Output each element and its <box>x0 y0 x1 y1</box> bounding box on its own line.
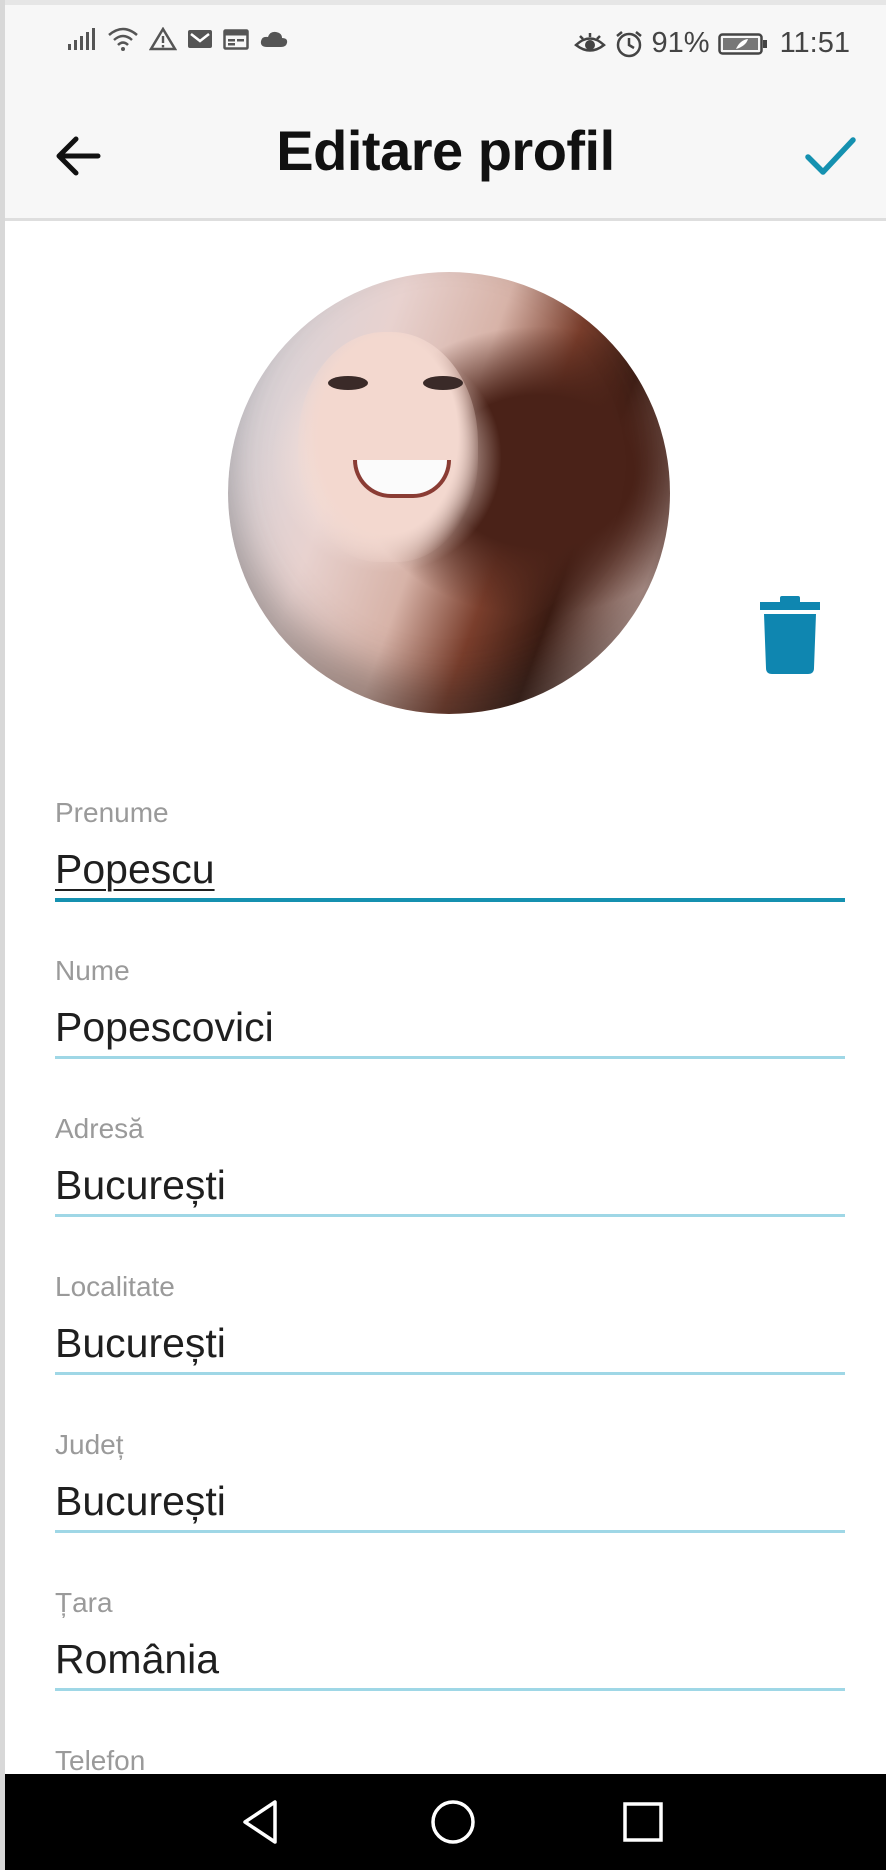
alarm-icon <box>614 30 644 58</box>
field-localitate[interactable]: Localitate București <box>55 1270 845 1375</box>
field-underline <box>55 1530 845 1533</box>
profile-photo[interactable] <box>228 272 670 714</box>
cloud-icon <box>259 28 289 50</box>
photo-eye-right <box>423 376 463 390</box>
field-label: Adresă <box>55 1113 144 1144</box>
recents-square-icon <box>623 1802 663 1842</box>
field-nume[interactable]: Nume Popescovici <box>55 954 845 1059</box>
page-title: Editare profil <box>276 119 615 182</box>
eye-icon <box>573 32 606 56</box>
save-button[interactable] <box>798 123 862 187</box>
app-bar: Editare profil <box>5 88 886 221</box>
nav-recents-button[interactable] <box>617 1796 669 1848</box>
field-underline <box>55 1688 845 1691</box>
battery-icon <box>717 32 768 56</box>
trash-icon <box>760 596 820 674</box>
status-icons-left <box>67 27 289 51</box>
field-input[interactable]: Popescovici <box>55 1002 845 1052</box>
check-icon <box>805 137 856 175</box>
status-bar: 91% 11:51 <box>5 0 886 88</box>
field-label: Telefon <box>55 1745 146 1776</box>
field-input[interactable]: București <box>55 1476 845 1526</box>
field-label: Țara <box>55 1587 113 1618</box>
field-label: Prenume <box>55 797 169 828</box>
field-underline <box>55 898 845 902</box>
field-input[interactable]: Popescu <box>55 844 845 894</box>
nav-back-button[interactable] <box>237 1796 289 1848</box>
field-adresa[interactable]: Adresă București <box>55 1112 845 1217</box>
nav-home-button[interactable] <box>427 1796 479 1848</box>
home-circle-icon <box>431 1800 475 1844</box>
field-label: Localitate <box>55 1271 175 1302</box>
field-underline <box>55 1214 845 1217</box>
field-judet[interactable]: Județ București <box>55 1428 845 1533</box>
field-input[interactable]: București <box>55 1160 845 1210</box>
photo-face <box>298 332 478 562</box>
clock: 11:51 <box>779 27 850 59</box>
wifi-icon <box>107 27 139 51</box>
field-label: Nume <box>55 955 130 986</box>
field-prenume[interactable]: Prenume Popescu <box>55 796 845 902</box>
photo-eye-left <box>328 376 368 390</box>
screen-edge <box>0 0 5 1870</box>
field-label: Județ <box>55 1429 124 1460</box>
delete-photo-button[interactable] <box>758 596 822 674</box>
field-tara[interactable]: Țara România <box>55 1586 845 1691</box>
mail-icon <box>187 28 213 50</box>
system-nav-bar <box>5 1774 886 1870</box>
battery-percent: 91% <box>651 27 710 59</box>
signal-icon <box>67 27 97 51</box>
field-underline <box>55 1372 845 1375</box>
back-triangle-icon <box>243 1800 277 1844</box>
field-underline <box>55 1056 845 1059</box>
calendar-icon <box>223 28 249 50</box>
field-input[interactable]: România <box>55 1634 845 1684</box>
field-input[interactable]: București <box>55 1318 845 1368</box>
warning-icon <box>149 27 177 51</box>
status-icons-right: 91% 11:51 <box>573 27 850 60</box>
